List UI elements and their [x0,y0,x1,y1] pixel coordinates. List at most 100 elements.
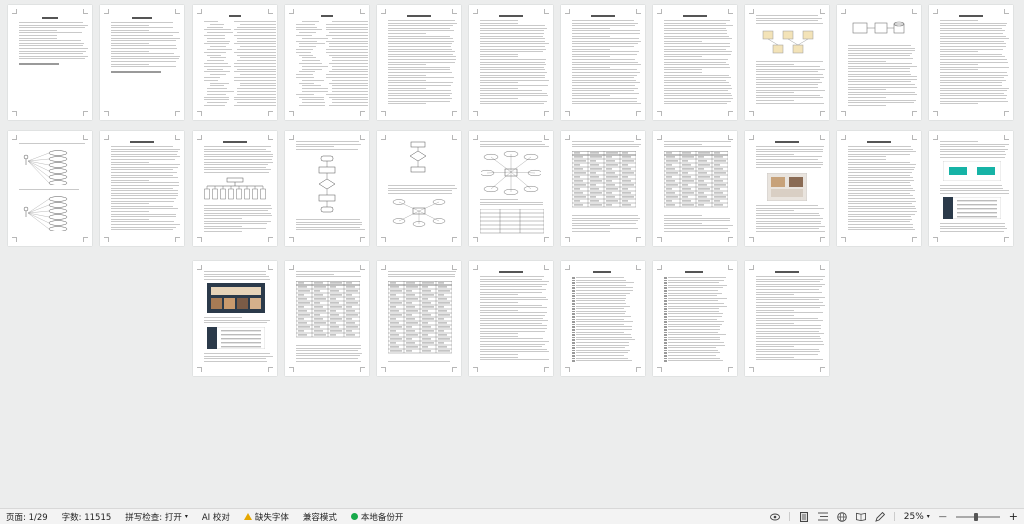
text-line [576,308,624,310]
document-page-thumbnail[interactable] [561,5,645,120]
text-line [576,347,625,349]
document-page-thumbnail[interactable] [561,261,645,376]
text-line [940,92,1004,94]
text-line [848,198,915,199]
text-line [664,79,726,81]
document-page-thumbnail[interactable] [837,131,921,246]
text-line [296,148,358,150]
text-line [756,354,818,355]
compat-mode-indicator[interactable]: 兼容模式 [303,511,337,523]
document-canvas[interactable] [0,0,1024,508]
document-page-thumbnail[interactable] [469,5,553,120]
check-circle-icon [350,513,358,520]
text-line [237,49,276,50]
text-line [940,90,1007,92]
text-line [668,300,718,302]
document-page-thumbnail[interactable] [469,261,553,376]
spell-check-toggle[interactable]: 拼写检查: 打开 ▾ [125,511,188,523]
text-line [848,55,910,57]
text-line [204,225,242,227]
missing-font-button[interactable]: 缺失字体 [243,511,289,523]
document-page-thumbnail[interactable] [929,5,1013,120]
zoom-level[interactable]: 25% ▾ [904,512,930,522]
document-page-thumbnail[interactable] [377,5,461,120]
text-line [664,30,727,32]
warning-icon [243,513,252,520]
document-page-thumbnail[interactable] [100,5,184,120]
text-line [756,61,823,62]
document-page-thumbnail[interactable] [653,131,737,246]
text-line [848,216,911,218]
text-line [480,20,518,21]
text-line [296,221,362,223]
reading-mode-icon[interactable] [855,512,866,522]
document-page-thumbnail[interactable] [745,261,829,376]
text-line [302,60,320,62]
text-line [480,27,547,29]
text-line [848,84,915,85]
text-line [111,29,149,31]
eye-icon[interactable] [769,512,780,522]
document-page-thumbnail[interactable] [193,5,277,120]
text-line [572,347,575,349]
figure [391,197,447,231]
document-page-thumbnail[interactable] [561,131,645,246]
text-line [668,323,722,325]
document-page-thumbnail[interactable] [837,5,921,120]
text-line [302,68,322,70]
text-line [480,90,542,92]
zoom-in-button[interactable]: + [1009,510,1018,523]
text-line [302,21,319,22]
document-page-thumbnail[interactable] [193,131,277,246]
document-page-thumbnail[interactable] [8,131,92,246]
text-line [302,79,324,81]
document-page-thumbnail[interactable] [285,131,369,246]
document-page-thumbnail[interactable] [929,131,1013,246]
document-page-thumbnail[interactable] [377,131,461,246]
text-line [388,30,454,32]
text-line [111,32,179,34]
text-line [940,156,1005,158]
text-line [111,50,149,52]
figure [942,160,1002,185]
document-page-thumbnail[interactable] [745,5,829,120]
text-line [132,17,152,19]
ai-check-button[interactable]: AI 校对 [202,511,230,523]
page-indicator[interactable]: 页面: 1/29 [6,511,48,523]
text-line [296,93,314,95]
document-page-thumbnail[interactable] [8,5,92,120]
text-line [237,40,276,42]
outline-view-icon[interactable] [817,512,828,522]
document-page-thumbnail[interactable] [100,131,184,246]
document-page-thumbnail[interactable] [745,131,829,246]
document-page-thumbnail[interactable] [193,261,277,376]
document-page-thumbnail[interactable] [653,5,737,120]
text-line [480,61,545,63]
web-view-icon[interactable] [836,511,847,522]
text-line [111,200,174,202]
text-line [756,356,794,358]
zoom-slider[interactable] [955,512,1000,521]
text-line [204,77,220,78]
text-line [572,360,575,362]
text-line [940,148,1008,150]
document-page-thumbnail[interactable] [469,131,553,246]
text-line [480,276,544,277]
zoom-slider-thumb[interactable] [973,512,978,521]
local-backup-button[interactable]: 本地备份开 [350,511,403,523]
document-page-thumbnail[interactable] [377,261,461,376]
text-line [572,38,639,40]
document-page-thumbnail[interactable] [653,261,737,376]
word-count[interactable]: 字数: 11515 [62,511,112,523]
text-line [756,22,823,24]
text-line [19,22,83,23]
zoom-out-button[interactable]: — [939,512,947,521]
text-line [664,215,702,216]
text-line [664,59,728,60]
document-page-thumbnail[interactable] [285,261,369,376]
text-line [19,45,83,47]
page-view-icon[interactable] [799,511,809,522]
pen-icon[interactable] [875,511,885,522]
document-page-thumbnail[interactable] [285,5,369,120]
text-line [848,187,913,189]
